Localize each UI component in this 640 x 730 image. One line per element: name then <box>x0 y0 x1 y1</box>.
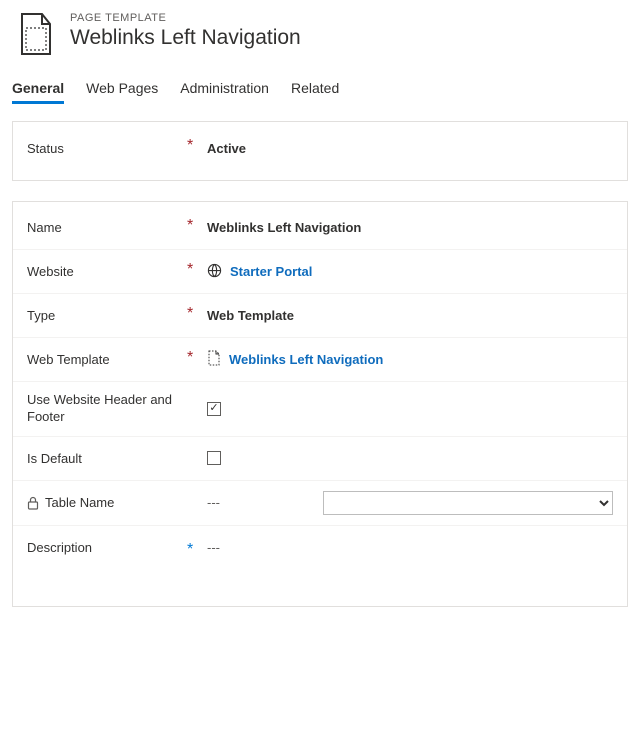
table-name-label-wrap: Table Name <box>27 495 187 510</box>
status-card: Status * Active <box>12 121 628 181</box>
use-header-footer-checkbox[interactable] <box>207 402 221 416</box>
website-label: Website <box>27 264 187 279</box>
web-template-label: Web Template <box>27 352 187 367</box>
details-card: Name * Weblinks Left Navigation Website … <box>12 201 628 607</box>
globe-icon <box>207 263 222 281</box>
required-marker <box>187 392 207 393</box>
required-marker: * <box>187 304 207 323</box>
name-label: Name <box>27 220 187 235</box>
is-default-checkbox[interactable] <box>207 451 221 465</box>
tab-administration[interactable]: Administration <box>180 76 269 104</box>
tab-web-pages[interactable]: Web Pages <box>86 76 158 104</box>
required-marker: * <box>187 216 207 235</box>
page-header: PAGE TEMPLATE Weblinks Left Navigation <box>12 12 628 56</box>
required-marker <box>187 491 207 492</box>
table-name-value: --- <box>207 495 220 510</box>
file-icon <box>207 350 221 369</box>
use-header-footer-label: Use Website Header and Footer <box>27 392 187 426</box>
required-marker: * <box>187 348 207 367</box>
website-value[interactable]: Starter Portal <box>230 264 312 279</box>
web-template-value[interactable]: Weblinks Left Navigation <box>229 352 383 367</box>
table-name-select[interactable] <box>323 491 613 515</box>
lock-icon <box>27 496 39 510</box>
table-name-label: Table Name <box>45 495 114 510</box>
status-label: Status <box>27 141 187 156</box>
tab-bar: General Web Pages Administration Related <box>12 76 628 105</box>
page-template-icon <box>16 12 56 56</box>
type-label: Type <box>27 308 187 323</box>
name-value[interactable]: Weblinks Left Navigation <box>207 220 361 235</box>
type-value[interactable]: Web Template <box>207 308 294 323</box>
required-marker: * <box>187 136 207 155</box>
description-label: Description <box>27 540 187 555</box>
required-marker <box>187 447 207 448</box>
page-title: Weblinks Left Navigation <box>70 26 301 50</box>
tab-general[interactable]: General <box>12 76 64 104</box>
description-value[interactable]: --- <box>207 540 220 555</box>
tab-related[interactable]: Related <box>291 76 339 104</box>
entity-type-label: PAGE TEMPLATE <box>70 12 301 24</box>
required-marker: * <box>187 260 207 279</box>
is-default-label: Is Default <box>27 451 187 466</box>
status-value[interactable]: Active <box>207 141 246 156</box>
recommended-marker: * <box>187 540 207 559</box>
